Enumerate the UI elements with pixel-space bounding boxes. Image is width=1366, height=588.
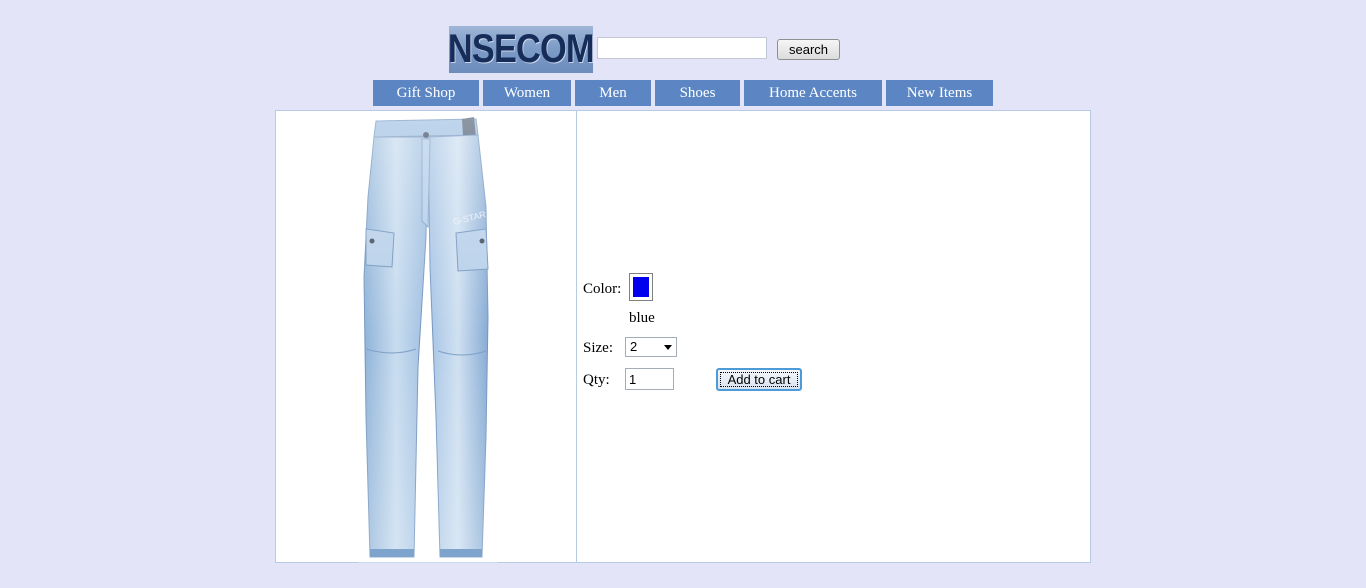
color-name: blue [629,310,655,326]
site-logo[interactable]: NSECOM [448,26,595,73]
qty-input[interactable] [625,368,674,390]
search-button[interactable]: search [777,39,840,60]
nav-item-shoes[interactable]: Shoes [655,80,740,106]
color-label: Color: [583,281,622,297]
size-selected-value: 2 [630,339,638,354]
nav-item-new-items[interactable]: New Items [886,80,993,106]
logo-text: NSECOM [448,27,595,71]
nav-item-men[interactable]: Men [575,80,651,106]
jeans-image: G-STAR [358,117,498,563]
color-swatch[interactable] [629,273,653,301]
size-select[interactable]: 2 [625,337,677,357]
nav-item-women[interactable]: Women [483,80,571,106]
nav-item-gift-shop[interactable]: Gift Shop [373,80,479,106]
nav-item-home-accents[interactable]: Home Accents [744,80,882,106]
chevron-down-icon [664,345,672,350]
size-label: Size: [583,340,613,356]
search-input[interactable] [597,37,767,59]
add-to-cart-button[interactable]: Add to cart [716,368,802,391]
qty-label: Qty: [583,372,610,388]
product-panel: G-STAR Color: blue Size: 2 Qty: Add to c… [275,110,1091,563]
color-swatch-fill [633,277,649,297]
panel-divider [576,111,577,562]
